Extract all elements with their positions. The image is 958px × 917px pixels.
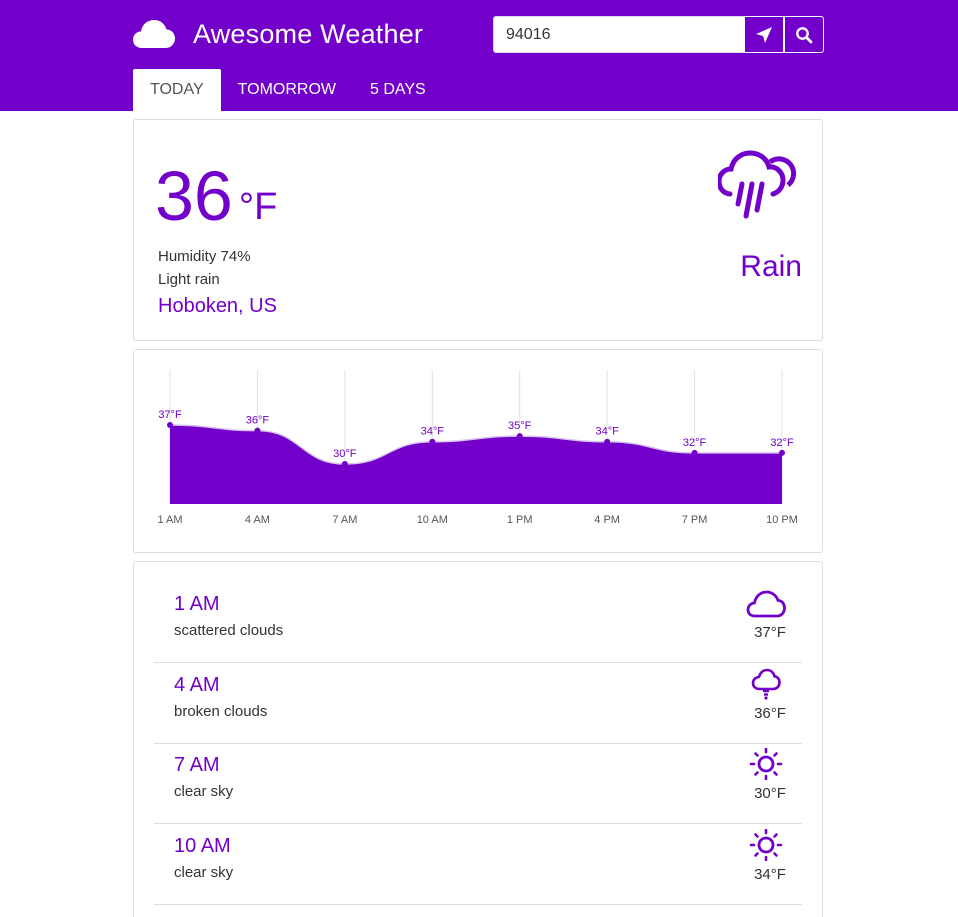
hourly-row: 7 AM clear sky 30°F <box>154 744 802 824</box>
chart-tick-label: 4 AM <box>245 514 270 526</box>
top-bar: Awesome Weather TODAY TOMORROW 5 DAYS <box>0 0 958 111</box>
chart-data-label: 34°F <box>421 426 445 438</box>
forecast-tabs: TODAY TOMORROW 5 DAYS <box>133 69 443 111</box>
location-arrow-icon <box>756 26 772 43</box>
chart-point <box>516 433 523 440</box>
temperature-unit: °F <box>238 186 278 228</box>
condition-label: Rain <box>740 250 802 283</box>
sun-icon <box>749 748 783 780</box>
hourly-row: 10 AM clear sky 34°F <box>154 825 802 905</box>
chart-point <box>429 438 436 445</box>
zip-search-input[interactable] <box>494 17 744 52</box>
hour-description: scattered clouds <box>174 622 284 639</box>
hourly-forecast-list: 1 AM scattered clouds 37°F 4 AM broken c… <box>133 561 823 917</box>
lightbulb-icon <box>751 668 781 700</box>
hour-description: clear sky <box>174 783 234 800</box>
chart-point <box>254 427 261 434</box>
chart-data-label: 32°F <box>683 437 707 449</box>
tab-today[interactable]: TODAY <box>133 69 221 111</box>
tab-5-days[interactable]: 5 DAYS <box>353 69 443 111</box>
chart-tick-label: 7 PM <box>682 514 708 526</box>
temperature-chart: 37°F 1 AM 36°F 4 AM 30°F 7 AM 34°F 10 AM 35°F 1 P… <box>157 370 798 526</box>
chart-tick-label: 4 PM <box>594 514 620 526</box>
hour-temperature: 36°F <box>754 705 786 722</box>
hour-time: 10 AM <box>174 835 231 857</box>
search-icon <box>796 26 813 43</box>
chart-tick-label: 10 PM <box>766 514 798 526</box>
hour-temperature: 34°F <box>754 866 786 883</box>
temperature-chart-card: 37°F 1 AM 36°F 4 AM 30°F 7 AM 34°F 10 AM 35°F 1 P… <box>133 349 823 553</box>
tab-tomorrow[interactable]: TOMORROW <box>221 69 353 111</box>
cloud-icon <box>133 20 175 48</box>
hour-temperature: 30°F <box>754 785 786 802</box>
chart-point <box>604 438 611 445</box>
chart-tick-label: 1 AM <box>157 514 182 526</box>
chart-data-label: 34°F <box>595 426 619 438</box>
hour-time: 7 AM <box>174 754 220 776</box>
current-temperature: 36 °F <box>155 158 277 234</box>
location-name: Hoboken, US <box>158 295 277 317</box>
weather-description: Light rain <box>158 271 220 288</box>
current-weather-card: 36 °F Humidity 74% Light rain Hoboken, U… <box>133 119 823 341</box>
temperature-value: 36 <box>155 157 233 235</box>
chart-tick-label: 10 AM <box>417 514 448 526</box>
hour-description: clear sky <box>174 864 234 881</box>
chart-data-label: 35°F <box>508 420 532 432</box>
humidity-text: Humidity 74% <box>158 248 251 265</box>
hour-temperature: 37°F <box>754 624 786 641</box>
locate-button[interactable] <box>744 16 784 53</box>
app-title: Awesome Weather <box>193 19 424 49</box>
chart-tick-label: 7 AM <box>332 514 357 526</box>
chart-point <box>691 449 698 456</box>
search-box <box>493 16 824 53</box>
chart-point <box>779 449 785 456</box>
hourly-row: 4 AM broken clouds 36°F <box>154 664 802 744</box>
chart-tick-label: 1 PM <box>507 514 533 526</box>
chart-point <box>341 461 348 467</box>
rain-cloud-icon <box>718 150 797 219</box>
search-button[interactable] <box>784 16 824 53</box>
hourly-row: 1 AM scattered clouds 37°F <box>154 583 802 663</box>
chart-data-label: 30°F <box>333 448 357 460</box>
sun-icon <box>749 829 783 861</box>
hour-time: 1 AM <box>174 593 220 615</box>
chart-data-label: 36°F <box>246 415 270 427</box>
hour-description: broken clouds <box>174 703 268 720</box>
hour-time: 4 AM <box>174 674 220 696</box>
cloud-icon <box>746 590 786 618</box>
chart-data-label: 32°F <box>770 437 794 449</box>
chart-data-label: 37°F <box>158 409 182 421</box>
chart-point <box>167 422 173 428</box>
